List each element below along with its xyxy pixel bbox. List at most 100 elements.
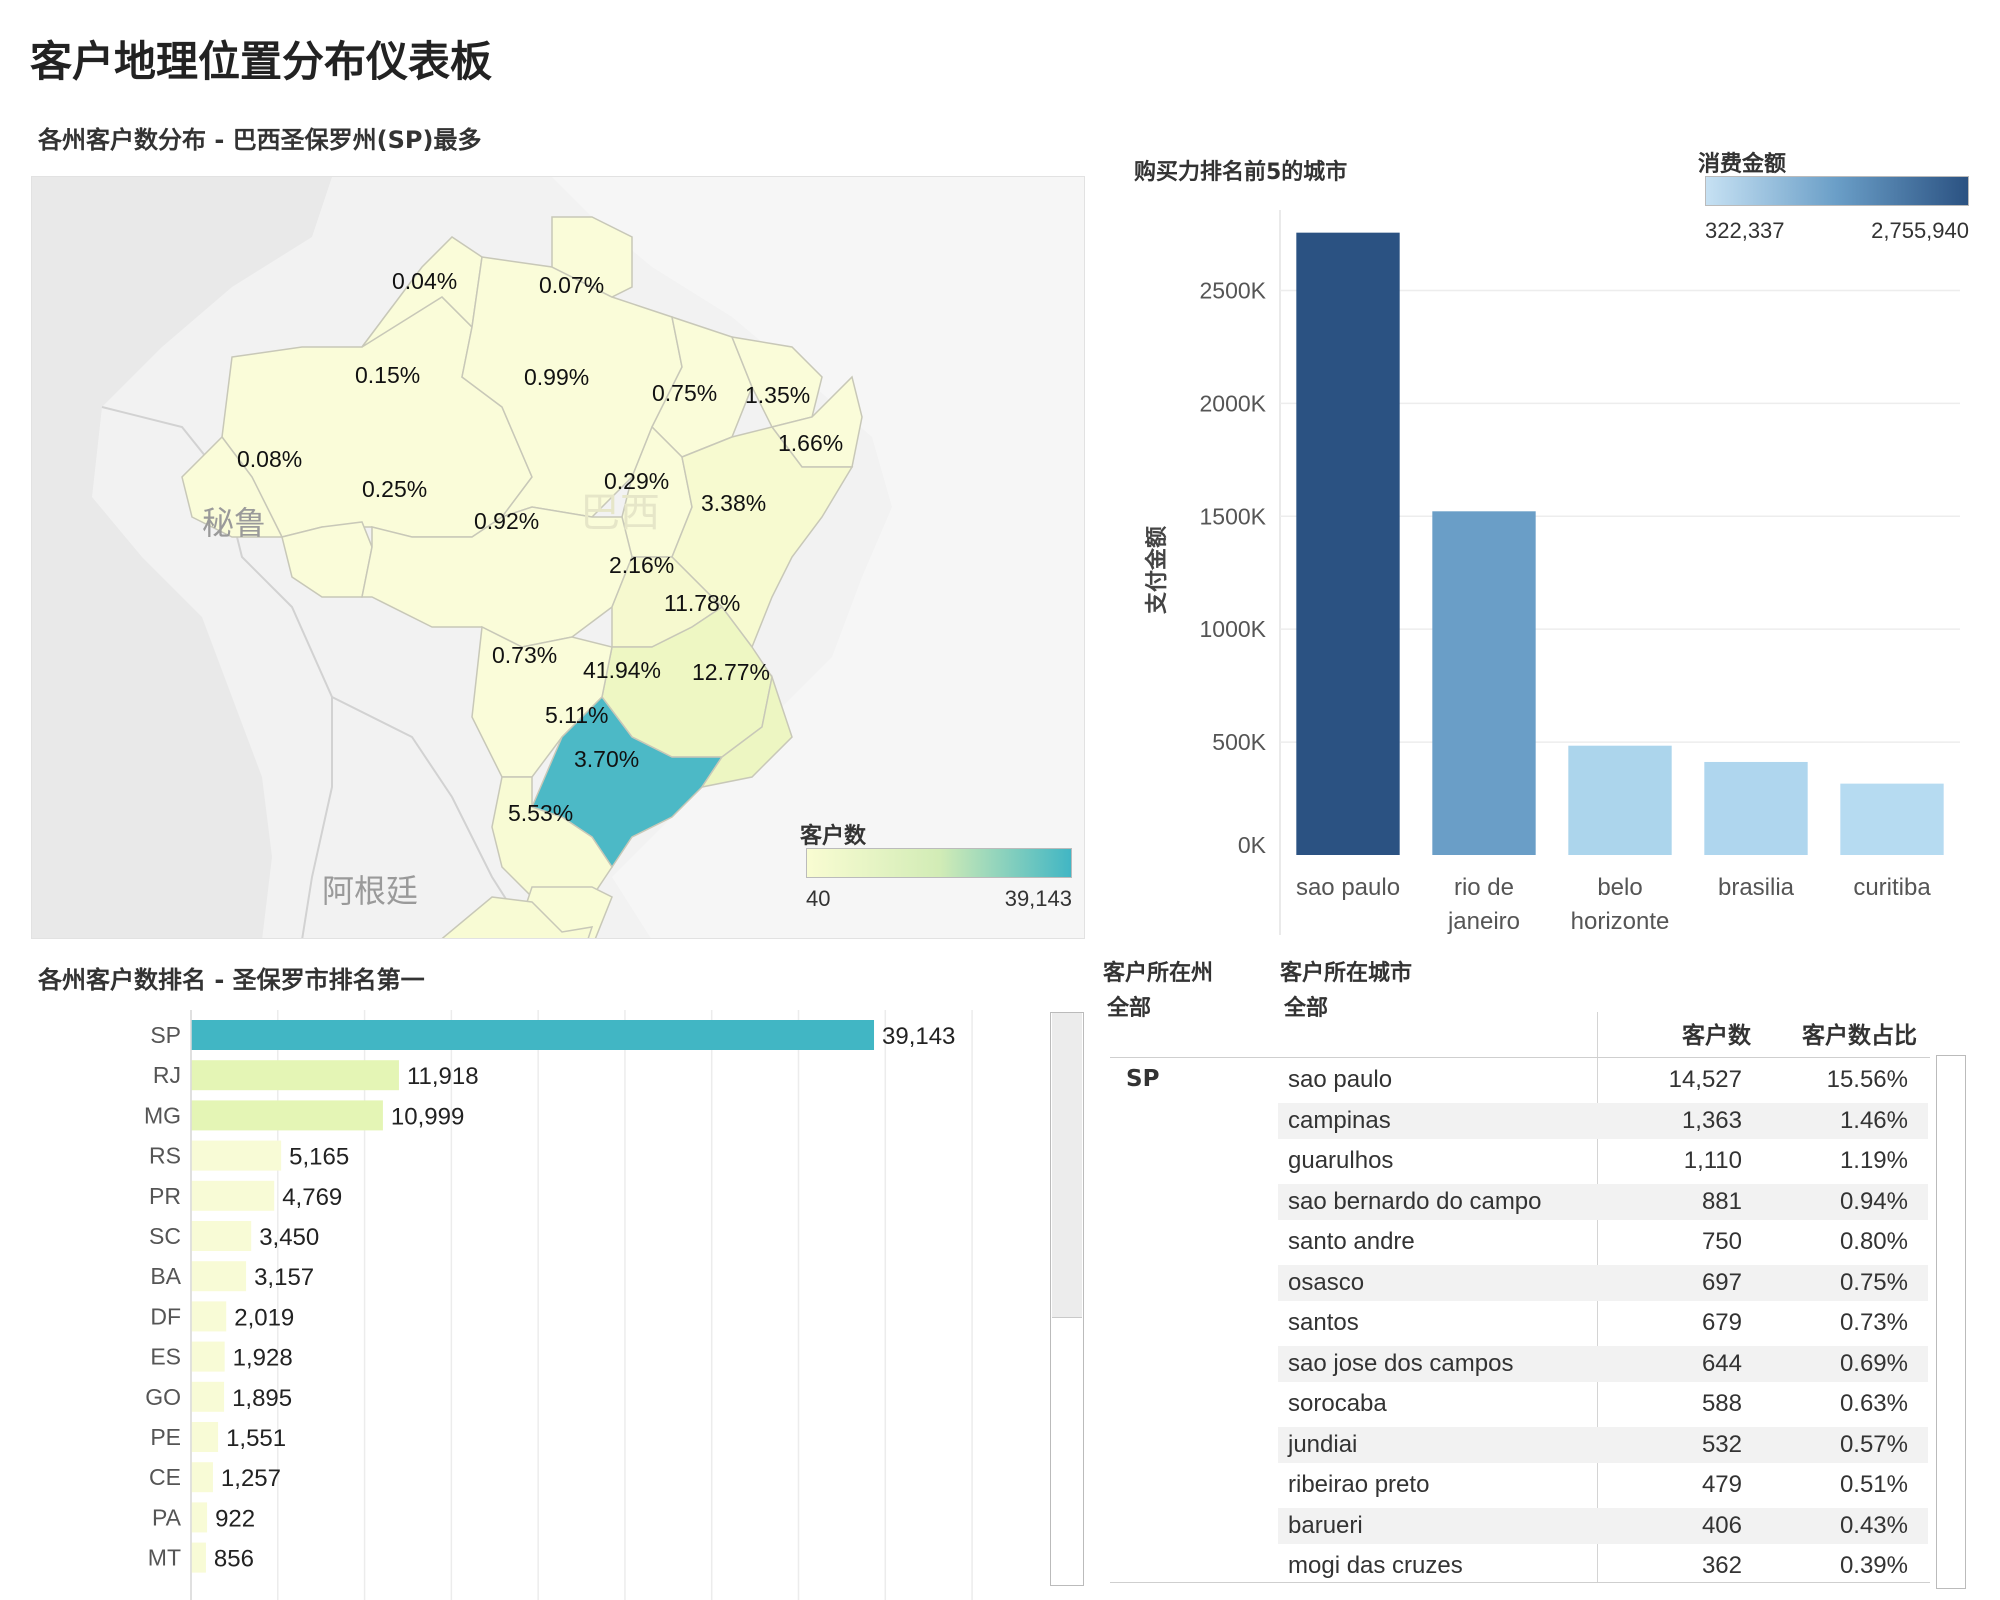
- state-bar-label-SC: SC: [149, 1223, 181, 1249]
- state-bar-value-CE: 1,257: [221, 1465, 281, 1492]
- table-row[interactable]: ribeirao preto 479 0.51%: [1110, 1465, 1930, 1505]
- state-pct-label-PA: 0.99%: [524, 364, 590, 390]
- city-chart-ytick: 1500K: [1199, 503, 1266, 529]
- city-name-cell: santo andre: [1288, 1228, 1415, 1255]
- state-bar-value-PR: 4,769: [282, 1184, 342, 1211]
- table-header-count[interactable]: 客户数: [1682, 1016, 1751, 1050]
- table-row[interactable]: sao jose dos campos 644 0.69%: [1110, 1344, 1930, 1384]
- filter-state-label: 客户所在州: [1103, 961, 1214, 986]
- table-header-line: [1110, 1057, 1930, 1058]
- table-row[interactable]: guarulhos 1,110 1.19%: [1110, 1141, 1930, 1181]
- city-table-scrollbar[interactable]: [1936, 1055, 1966, 1589]
- city-name-cell: barueri: [1288, 1511, 1363, 1539]
- state-bar-label-RJ: RJ: [153, 1062, 181, 1088]
- state-bar-value-PA: 922: [215, 1505, 255, 1532]
- table-row[interactable]: sao paulo 14,527 15.56%: [1110, 1060, 1930, 1100]
- city-pct-cell: 0.39%: [1839, 1552, 1908, 1579]
- table-row[interactable]: campinas 1,363 1.46%: [1110, 1101, 1930, 1141]
- table-row[interactable]: santo andre 750 0.80%: [1110, 1222, 1930, 1262]
- state-bar-GO[interactable]: [191, 1381, 225, 1412]
- state-bar-scrollbar[interactable]: [1050, 1012, 1084, 1586]
- city-bar-curitiba[interactable]: [1840, 783, 1944, 855]
- state-bar-PA[interactable]: [191, 1502, 208, 1533]
- state-bar-value-PE: 1,551: [226, 1425, 286, 1452]
- city-pct-cell: 15.56%: [1826, 1066, 1908, 1093]
- table-row[interactable]: barueri 406 0.43%: [1110, 1506, 1930, 1546]
- city-chart-ylabel: 支付金额: [1144, 526, 1169, 614]
- city-table[interactable]: 客户数 客户数占比 SP sao paulo 14,527 15.56% campin…: [1110, 1012, 1930, 1592]
- city-name-cell: sao jose dos campos: [1288, 1349, 1514, 1377]
- state-pct-label-RR: 0.04%: [392, 268, 458, 294]
- city-name-cell: sorocaba: [1288, 1390, 1387, 1417]
- city-name-cell: santos: [1288, 1309, 1359, 1336]
- table-row[interactable]: sorocaba 588 0.63%: [1110, 1384, 1930, 1424]
- state-bar-ES[interactable]: [191, 1341, 225, 1372]
- city-bar-sao-paulo[interactable]: [1296, 232, 1400, 855]
- state-bar-value-BA: 3,157: [254, 1264, 314, 1291]
- city-count-cell: 532: [1701, 1430, 1742, 1458]
- state-bar-SP[interactable]: [191, 1020, 875, 1050]
- city-count-cell: 750: [1701, 1228, 1742, 1255]
- city-count-cell: 881: [1701, 1187, 1742, 1215]
- city-pct-cell: 0.43%: [1839, 1511, 1908, 1539]
- table-row[interactable]: osasco 697 0.75%: [1110, 1263, 1930, 1303]
- state-bar-scroll-thumb[interactable]: [1052, 1013, 1082, 1318]
- state-bar-PE[interactable]: [191, 1422, 219, 1452]
- state-bar-RJ[interactable]: [191, 1060, 399, 1091]
- city-count-cell: 406: [1701, 1511, 1742, 1539]
- city-count-cell: 479: [1701, 1471, 1742, 1498]
- state-bar-CE[interactable]: [191, 1462, 213, 1493]
- map-legend-gradient: [806, 848, 1072, 878]
- city-count-cell: 14,527: [1668, 1066, 1742, 1093]
- state-bar-BA[interactable]: [191, 1261, 247, 1292]
- city-pct-cell: 1.46%: [1839, 1106, 1908, 1134]
- state-bar-DF[interactable]: [191, 1301, 227, 1332]
- state-bar-label-MG: MG: [144, 1102, 181, 1128]
- state-bar-label-CE: CE: [149, 1464, 181, 1490]
- state-bar-label-RS: RS: [149, 1143, 181, 1169]
- table-row[interactable]: santos 679 0.73%: [1110, 1303, 1930, 1343]
- state-bar-value-RS: 5,165: [289, 1144, 349, 1171]
- table-header-pct[interactable]: 客户数占比: [1802, 1016, 1917, 1050]
- city-bar-chart[interactable]: 支付金额 0K 500K 1000K 1500K 2000K 2500K sao paulo r…: [1140, 200, 1970, 940]
- city-count-cell: 697: [1701, 1268, 1742, 1296]
- state-pct-label-MA: 0.75%: [652, 380, 718, 406]
- state-bar-RS[interactable]: [191, 1140, 282, 1171]
- state-bar-SC[interactable]: [191, 1221, 252, 1251]
- city-count-cell: 1,110: [1683, 1147, 1742, 1174]
- state-pct-label-MT: 0.92%: [474, 508, 540, 534]
- city-count-cell: 362: [1701, 1552, 1742, 1579]
- city-bar-label-brasilia: brasilia: [1718, 874, 1795, 901]
- state-bar-value-MG: 10,999: [391, 1103, 464, 1130]
- city-pct-cell: 1.19%: [1839, 1147, 1908, 1174]
- table-row[interactable]: jundiai 532 0.57%: [1110, 1425, 1930, 1465]
- city-name-cell: jundiai: [1288, 1430, 1358, 1458]
- city-bar-label-belo-horizonte: belo: [1597, 874, 1642, 901]
- city-name-cell: guarulhos: [1288, 1147, 1394, 1174]
- table-row[interactable]: sao bernardo do campo 881 0.94%: [1110, 1182, 1930, 1222]
- city-name-cell: mogi das cruzes: [1288, 1552, 1463, 1579]
- state-bar-chart[interactable]: SP 39,143 RJ 11,918 MG 10,999 RS 5,165 PR 4,769 SC…: [100, 1010, 1060, 1600]
- table-row[interactable]: mogi das cruzes 362 0.39%: [1110, 1546, 1930, 1586]
- row-band: [1278, 1426, 1928, 1463]
- state-bar-MT[interactable]: [191, 1542, 206, 1573]
- city-name-cell: sao bernardo do campo: [1288, 1187, 1542, 1215]
- city-chart-title: 购买力排名前5的城市: [1134, 160, 1348, 185]
- city-bar-rio-de-janeiro[interactable]: [1432, 511, 1536, 855]
- state-bar-MG[interactable]: [191, 1100, 383, 1131]
- city-pct-cell: 0.75%: [1839, 1268, 1908, 1296]
- state-pct-label-PE: 1.66%: [778, 430, 844, 456]
- city-bar-label-belo-horizonte: horizonte: [1571, 908, 1670, 935]
- state-pct-label-RS: 5.53%: [508, 800, 574, 826]
- state-pct-label-AP: 0.07%: [539, 272, 605, 298]
- city-count-cell: 1,363: [1681, 1106, 1742, 1134]
- city-bar-belo-horizonte[interactable]: [1568, 745, 1672, 855]
- state-pct-label-TO: 0.29%: [604, 468, 670, 494]
- country-label-argentina: 阿根廷: [322, 873, 419, 909]
- city-name-cell: sao paulo: [1288, 1066, 1393, 1093]
- city-chart-ytick: 2000K: [1199, 390, 1266, 416]
- state-bar-label-PR: PR: [149, 1183, 181, 1209]
- city-bar-brasilia[interactable]: [1704, 761, 1808, 855]
- state-bar-value-ES: 1,928: [233, 1345, 293, 1372]
- state-bar-PR[interactable]: [191, 1180, 275, 1211]
